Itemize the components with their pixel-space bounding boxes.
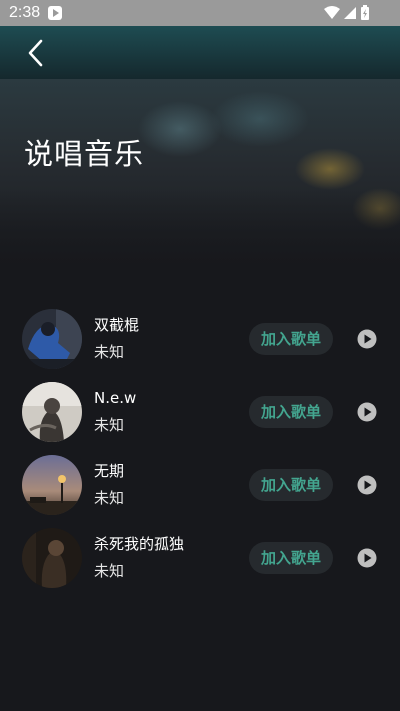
song-title: 双截棍 bbox=[94, 316, 140, 334]
play-button[interactable] bbox=[357, 402, 377, 422]
add-to-playlist-button[interactable]: 加入歌单 bbox=[249, 469, 333, 501]
media-play-notification-icon bbox=[48, 6, 62, 20]
song-row[interactable]: 杀死我的孤独 未知 加入歌单 bbox=[0, 524, 400, 597]
song-artist: 未知 bbox=[94, 416, 125, 434]
battery-charging-icon bbox=[361, 5, 369, 20]
play-button[interactable] bbox=[357, 548, 377, 568]
play-circle-icon bbox=[357, 329, 377, 349]
wifi-icon bbox=[324, 6, 340, 19]
album-cover bbox=[22, 382, 82, 442]
hero-fade bbox=[0, 189, 400, 269]
toolbar bbox=[0, 26, 400, 79]
song-list: 双截棍 未知 加入歌单 N.e.w 未知 加入歌单 无期 未知 加入歌单 杀死我… bbox=[0, 305, 400, 597]
cell-signal-icon bbox=[344, 7, 356, 19]
album-cover bbox=[22, 309, 82, 369]
song-title: 杀死我的孤独 bbox=[94, 535, 185, 553]
page-title: 说唱音乐 bbox=[24, 137, 145, 171]
song-title: N.e.w bbox=[94, 389, 137, 407]
song-row[interactable]: N.e.w 未知 加入歌单 bbox=[0, 378, 400, 451]
play-button[interactable] bbox=[357, 329, 377, 349]
play-circle-icon bbox=[357, 475, 377, 495]
song-row[interactable]: 无期 未知 加入歌单 bbox=[0, 451, 400, 524]
add-to-playlist-button[interactable]: 加入歌单 bbox=[249, 542, 333, 574]
song-artist: 未知 bbox=[94, 489, 125, 507]
status-time: 2:38 bbox=[9, 4, 41, 21]
app-screen: 2:38 说唱音乐 双截棍 未知 加入歌单 N.e.w 未知 加入歌单 无期 未… bbox=[0, 0, 400, 711]
album-cover bbox=[22, 528, 82, 588]
chevron-left-icon bbox=[28, 39, 43, 67]
status-bar: 2:38 bbox=[0, 0, 400, 26]
play-circle-icon bbox=[357, 548, 377, 568]
song-artist: 未知 bbox=[94, 562, 125, 580]
back-button[interactable] bbox=[22, 36, 52, 70]
song-artist: 未知 bbox=[94, 343, 125, 361]
song-title: 无期 bbox=[94, 462, 125, 480]
add-to-playlist-button[interactable]: 加入歌单 bbox=[249, 323, 333, 355]
hero-banner: 说唱音乐 bbox=[0, 79, 400, 269]
add-to-playlist-button[interactable]: 加入歌单 bbox=[249, 396, 333, 428]
song-row[interactable]: 双截棍 未知 加入歌单 bbox=[0, 305, 400, 378]
album-cover bbox=[22, 455, 82, 515]
status-icons bbox=[324, 5, 372, 21]
play-circle-icon bbox=[357, 402, 377, 422]
play-button[interactable] bbox=[357, 475, 377, 495]
